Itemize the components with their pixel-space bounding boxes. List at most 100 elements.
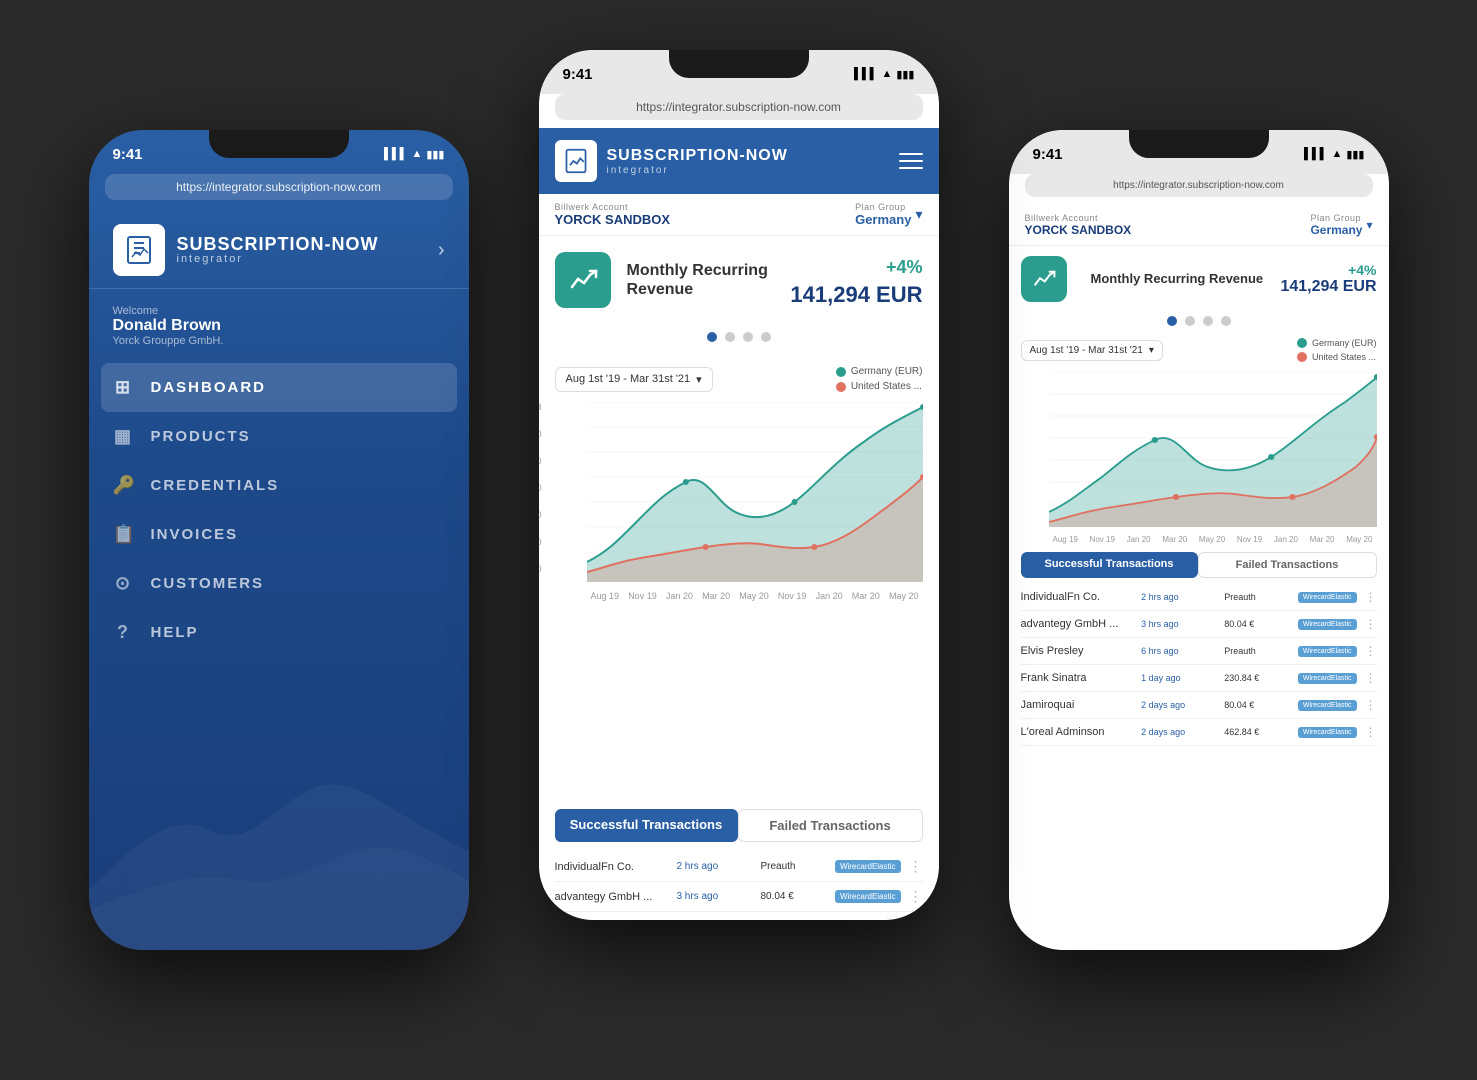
time-left: 9:41 — [113, 146, 143, 163]
mrr-card-center: Monthly Recurring Revenue +4% 141,294 EU… — [539, 236, 939, 324]
help-icon: ? — [113, 622, 135, 643]
wifi-icon-right: ▲ — [1331, 148, 1342, 160]
trans-menu-icon-1-center[interactable]: ⋮ — [909, 858, 923, 875]
invoices-icon: 📋 — [113, 524, 135, 545]
logo-icon-left — [113, 224, 165, 276]
header-logo-text-center: SUBSCRIPTION-NOW integrator — [607, 147, 788, 176]
germany-point-1 — [682, 479, 688, 485]
welcome-company: Yorck Grouppe GmbH. — [113, 335, 445, 347]
battery-icon-left: ▮▮▮ — [426, 148, 444, 161]
tab-failed-right[interactable]: Failed Transactions — [1198, 552, 1377, 578]
account-dropdown-right[interactable]: Plan Group Germany ▾ — [1310, 213, 1372, 237]
trans-row-6-right: L'oreal Adminson 2 days ago 462.84 € Wir… — [1021, 719, 1377, 746]
nav-item-credentials[interactable]: 🔑 CREDENTIALS — [89, 461, 469, 510]
mrr-trend-icon — [568, 265, 598, 295]
trans-name-2-right: advantegy GmbH ... — [1021, 618, 1134, 630]
trans-amount-6-right: 462.84 € — [1224, 727, 1290, 737]
nav-item-products[interactable]: ▦ PRODUCTS — [89, 412, 469, 461]
us-point-2-right — [1289, 494, 1295, 500]
phones-container: 9:41 ▌▌▌ ▲ ▮▮▮ https://integrator.subscr… — [89, 50, 1389, 1030]
nav-item-dashboard[interactable]: ⊞ DASHBOARD — [101, 363, 457, 412]
header-logo-svg-center — [563, 148, 589, 174]
chart-wrapper-center: 7136005004003002001000 — [555, 402, 923, 601]
header-logo-icon-center — [555, 140, 597, 182]
trans-badge-3-right: WirecardElastic — [1298, 646, 1357, 657]
phone-center-screen: 9:41 ▌▌▌ ▲ ▮▮▮ https://integrator.subscr… — [539, 50, 939, 920]
dot-1-right[interactable] — [1167, 316, 1177, 326]
welcome-block: Welcome Donald Brown Yorck Grouppe GmbH. — [89, 297, 469, 363]
trans-menu-icon-2-center[interactable]: ⋮ — [909, 888, 923, 905]
mountain-decoration — [89, 657, 469, 950]
dot-1-center[interactable] — [707, 332, 717, 342]
dot-3-right[interactable] — [1203, 316, 1213, 326]
dot-4-center[interactable] — [761, 332, 771, 342]
dot-2-right[interactable] — [1185, 316, 1195, 326]
legend-dot-us-center — [836, 382, 846, 392]
trans-badge-2-center: WirecardElastic — [835, 890, 901, 903]
battery-icon-right: ▮▮▮ — [1346, 148, 1364, 161]
trans-amount-4-right: 230.84 € — [1224, 673, 1290, 683]
mrr-values-center: +4% 141,294 EUR — [790, 253, 922, 308]
dropdown-chevron-right: ▾ — [1366, 218, 1372, 232]
trans-time-2-right: 3 hrs ago — [1141, 619, 1216, 629]
status-icons-center: ▌▌▌ ▲ ▮▮▮ — [854, 68, 914, 81]
chart-controls-right: Aug 1st '19 - Mar 31st '21 ▾ Germany (EU… — [1021, 338, 1377, 362]
mrr-value-center: 141,294 EUR — [790, 282, 922, 308]
account-dropdown-center[interactable]: Plan Group Germany ▾ — [855, 202, 922, 227]
trans-badge-6-right: WirecardElastic — [1298, 727, 1357, 738]
status-icons-left: ▌▌▌ ▲ ▮▮▮ — [384, 148, 444, 161]
url-bar-right: https://integrator.subscription-now.com — [1025, 174, 1373, 197]
mrr-growth-center: +4% — [790, 257, 922, 278]
nav-item-invoices[interactable]: 📋 INVOICES — [89, 510, 469, 559]
time-center: 9:41 — [563, 66, 593, 83]
germany-point-1-right — [1151, 437, 1157, 443]
trans-menu-3-right[interactable]: ⋮ — [1365, 644, 1377, 658]
trans-row-3-right: Elvis Presley 6 hrs ago Preauth Wirecard… — [1021, 638, 1377, 665]
welcome-name: Donald Brown — [113, 317, 445, 335]
mrr-growth-right: +4% — [1280, 262, 1376, 278]
trans-badge-1-right: WirecardElastic — [1298, 592, 1357, 603]
hamburger-line-1 — [899, 153, 923, 155]
credentials-icon: 🔑 — [113, 475, 135, 496]
germany-point-2 — [791, 499, 797, 505]
dot-3-center[interactable] — [743, 332, 753, 342]
mrr-title-right: Monthly Recurring Revenue — [1091, 271, 1265, 287]
dots-row-right — [1009, 312, 1389, 334]
trans-menu-2-right[interactable]: ⋮ — [1365, 617, 1377, 631]
nav-item-help[interactable]: ? HELP — [89, 608, 469, 657]
nav-label-products: PRODUCTS — [151, 428, 251, 445]
date-range-right[interactable]: Aug 1st '19 - Mar 31st '21 ▾ — [1021, 340, 1163, 361]
trans-menu-6-right[interactable]: ⋮ — [1365, 725, 1377, 739]
tab-failed-center[interactable]: Failed Transactions — [738, 809, 923, 842]
nav-label-customers: CUSTOMERS — [151, 575, 265, 592]
trans-name-1-center: IndividualFn Co. — [555, 861, 669, 873]
trans-badge-1-center: WirecardElastic — [835, 860, 901, 873]
germany-point-2-right — [1268, 454, 1274, 460]
account-item-right: Billwerk Account YORCK SANDBOX — [1025, 213, 1132, 237]
mrr-data-right: Monthly Recurring Revenue — [1083, 271, 1265, 287]
date-range-text-center: Aug 1st '19 - Mar 31st '21 — [566, 373, 691, 385]
tab-successful-center[interactable]: Successful Transactions — [555, 809, 738, 842]
trans-menu-5-right[interactable]: ⋮ — [1365, 698, 1377, 712]
trans-name-3-right: Elvis Presley — [1021, 645, 1134, 657]
mrr-icon-right — [1021, 256, 1067, 302]
battery-icon-center: ▮▮▮ — [896, 68, 914, 81]
hamburger-center[interactable] — [899, 153, 923, 169]
mrr-title-center: Monthly Recurring Revenue — [627, 261, 775, 299]
date-range-center[interactable]: Aug 1st '19 - Mar 31st '21 ▾ — [555, 367, 713, 392]
sidebar-arrow[interactable]: › — [438, 239, 445, 262]
trans-menu-4-right[interactable]: ⋮ — [1365, 671, 1377, 685]
nav-item-customers[interactable]: ⊙ CUSTOMERS — [89, 559, 469, 608]
signal-icon-right: ▌▌▌ — [1304, 148, 1327, 160]
sidebar-logo-area: SUBSCRIPTION-NOW integrator › — [89, 212, 469, 289]
mountain-svg — [89, 750, 469, 950]
trans-menu-1-right[interactable]: ⋮ — [1365, 590, 1377, 604]
nav-label-invoices: INVOICES — [151, 526, 239, 543]
dot-2-center[interactable] — [725, 332, 735, 342]
welcome-label: Welcome — [113, 305, 445, 317]
dashboard-icon: ⊞ — [113, 377, 135, 398]
plan-item-center: Plan Group Germany — [855, 202, 911, 227]
tab-successful-right[interactable]: Successful Transactions — [1021, 552, 1198, 578]
sidebar-nav: ⊞ DASHBOARD ▦ PRODUCTS 🔑 CREDENTIALS 📋 I… — [89, 363, 469, 657]
dot-4-right[interactable] — [1221, 316, 1231, 326]
